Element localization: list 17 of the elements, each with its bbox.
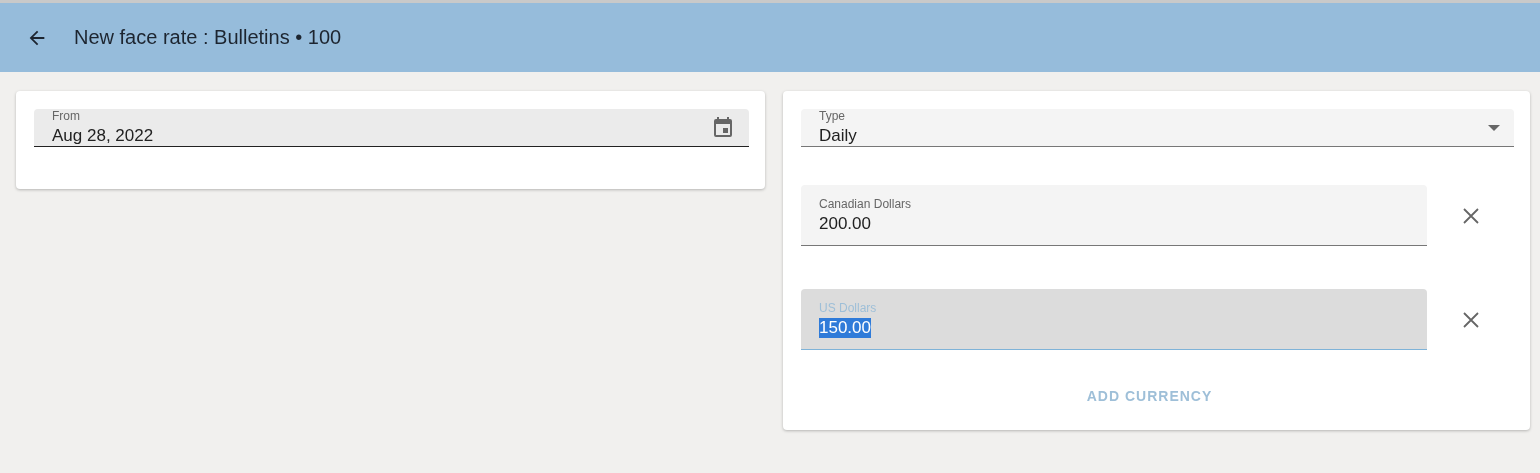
field-value: Daily	[819, 126, 858, 146]
type-dropdown[interactable]: Type Daily	[801, 109, 1514, 147]
field-label: From	[52, 109, 81, 123]
currency-field[interactable]: US Dollars 150.00	[801, 289, 1427, 350]
date-field[interactable]: From Aug 28, 2022	[34, 109, 749, 147]
dropdown-caret-icon	[1488, 124, 1500, 131]
close-icon	[1462, 207, 1479, 224]
field-value: 200.00	[819, 213, 871, 234]
field-label: Canadian Dollars	[819, 196, 913, 211]
field-label: US Dollars	[819, 300, 878, 315]
page-title: New face rate : Bulletins • 100	[74, 26, 342, 49]
field-label: Type	[819, 109, 846, 123]
close-icon	[1462, 311, 1479, 328]
field-value: 150.00	[819, 317, 871, 338]
field-value: Aug 28, 2022	[52, 126, 155, 146]
calendar-icon[interactable]	[711, 115, 735, 140]
currency-field[interactable]: Canadian Dollars 200.00	[801, 185, 1427, 246]
